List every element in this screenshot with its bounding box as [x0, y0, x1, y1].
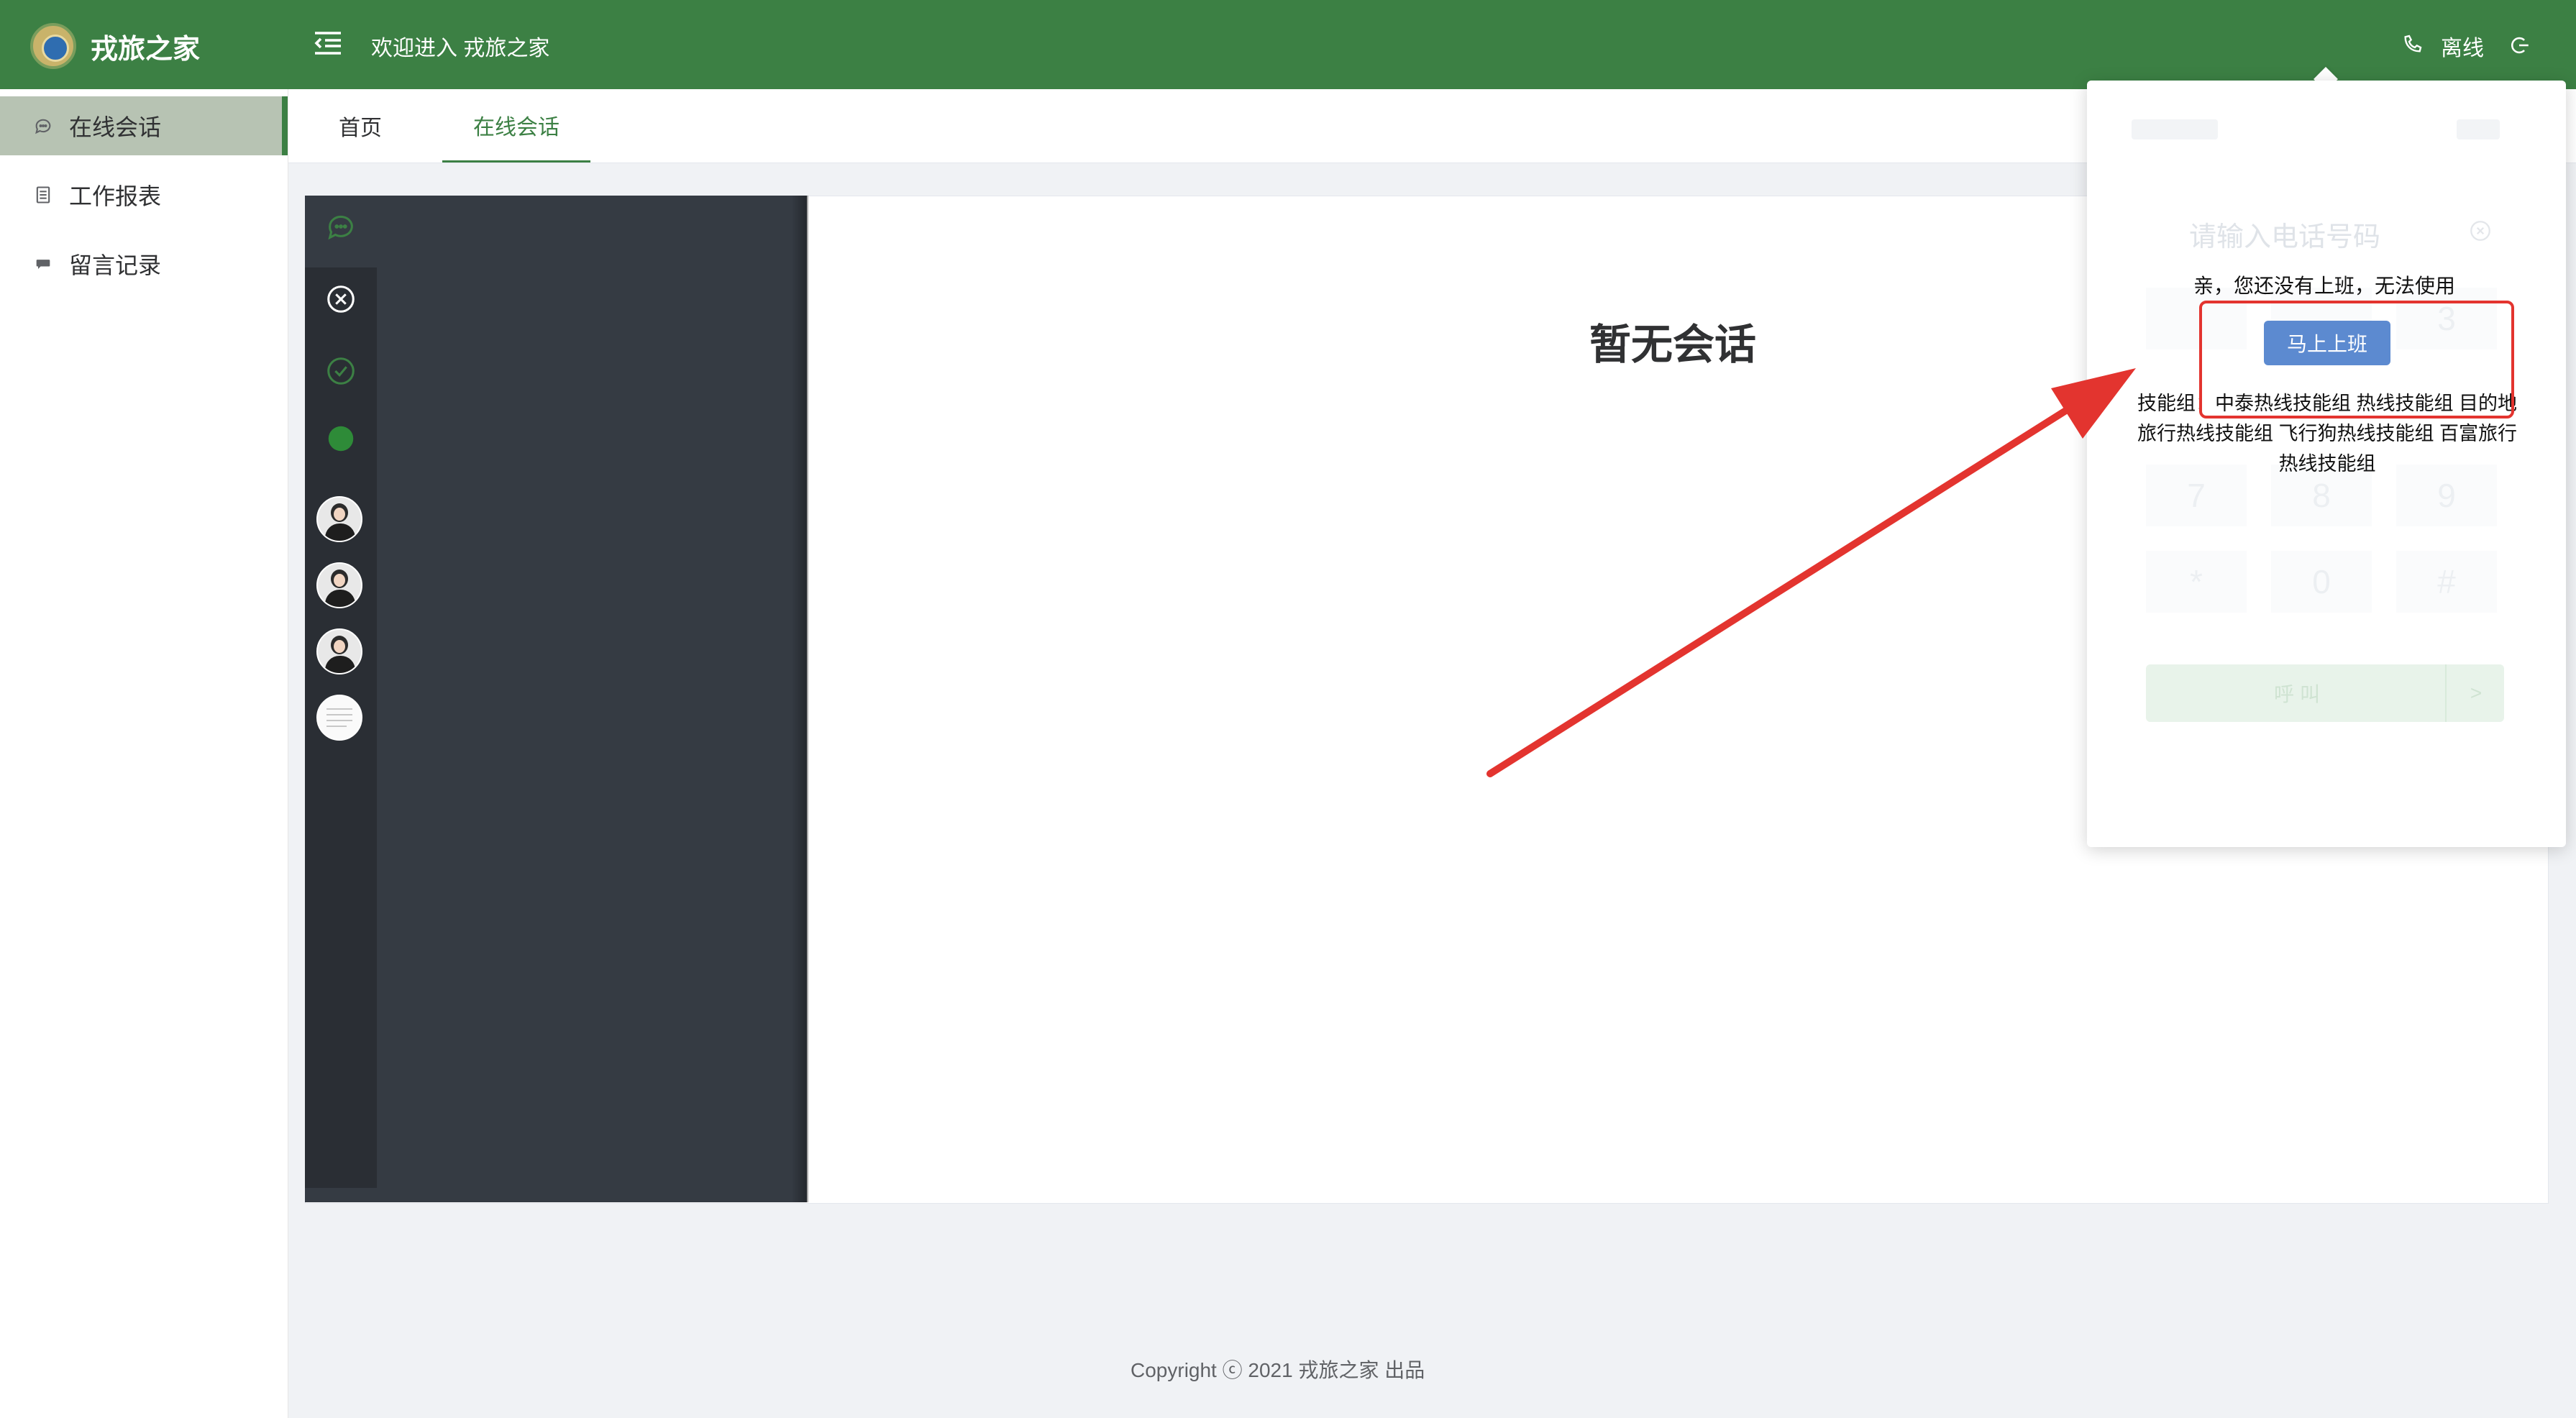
document-thumbnail-icon [326, 708, 352, 727]
avatar[interactable] [316, 562, 362, 608]
call-button-label: 呼叫 [2274, 683, 2326, 705]
sidebar-item-online-chat[interactable]: 在线会话 [0, 96, 288, 155]
sidebar-item-label: 留言记录 [69, 252, 162, 278]
highlight-box [2199, 301, 2514, 418]
dial-key[interactable]: 0 [2271, 551, 2372, 613]
agent-status[interactable]: 离线 [2441, 30, 2484, 62]
sidebar-item-work-report[interactable]: 工作报表 [0, 165, 286, 224]
app-title: 戎旅之家 [91, 34, 201, 65]
panel-tab-blurred [2457, 119, 2500, 139]
app-logo[interactable]: 戎旅之家 [30, 22, 200, 70]
sidebar-item-label: 工作报表 [69, 183, 162, 209]
sidebar-item-label: 在线会话 [69, 114, 162, 140]
chat-bubble-icon [35, 119, 51, 134]
welcome-text: 欢迎进入 戎旅之家 [371, 37, 550, 60]
document-icon [36, 186, 50, 203]
avatar[interactable] [316, 496, 362, 542]
chat-dots-icon[interactable] [324, 210, 357, 243]
avatar[interactable] [316, 695, 362, 741]
emblem-logo-icon [30, 23, 76, 69]
tab-home[interactable]: 首页 [317, 89, 403, 163]
online-dot-icon[interactable] [324, 422, 357, 455]
menu-fold-icon[interactable] [311, 26, 345, 60]
call-arrow-label: > [2470, 682, 2483, 704]
dial-key[interactable]: # [2396, 551, 2497, 613]
sidebar: 在线会话 工作报表 留言记录 [0, 89, 288, 1418]
close-circle-icon[interactable] [324, 283, 357, 316]
logout-icon[interactable] [2507, 33, 2531, 58]
phone-icon[interactable] [2401, 33, 2424, 56]
panel-tab-blurred [2132, 119, 2218, 139]
check-circle-icon[interactable] [324, 354, 357, 388]
avatar[interactable] [316, 628, 362, 674]
dial-key[interactable]: * [2146, 551, 2247, 613]
message-icon [36, 260, 50, 269]
not-on-duty-notice: 亲，您还没有上班，无法使用 [2193, 275, 2456, 297]
phone-number-input[interactable]: 请输入电话号码 [2189, 214, 2380, 254]
conversation-list [305, 196, 807, 1202]
footer-copyright: Copyright ⓒ 2021 戎旅之家 出品 [1131, 1359, 1425, 1381]
empty-chat-text: 暂无会话 [1589, 321, 1757, 368]
call-options-button[interactable]: > [2445, 664, 2506, 722]
tab-online-chat[interactable]: 在线会话 [442, 89, 590, 163]
list-divider-shadow [791, 196, 808, 1202]
clear-input-icon[interactable] [2468, 219, 2493, 243]
sidebar-item-message-log[interactable]: 留言记录 [0, 234, 286, 293]
